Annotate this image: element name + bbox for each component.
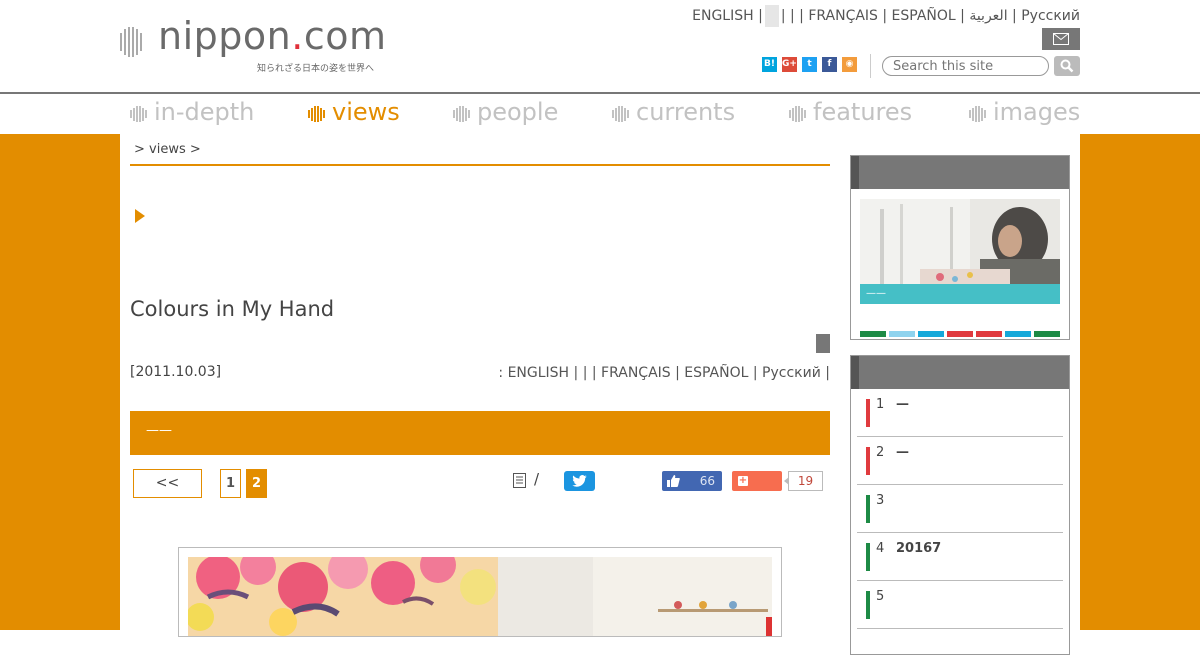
feature-box: —— <box>850 155 1070 340</box>
feature-box-header <box>851 156 1069 189</box>
search-icon <box>1060 59 1074 73</box>
page-link-1[interactable]: 1 <box>220 469 241 498</box>
rss-icon[interactable]: ◉ <box>842 57 857 72</box>
nav-tab-features[interactable]: features <box>789 98 912 127</box>
color-strip-segment <box>889 331 915 337</box>
ranking-number: 5 <box>876 589 885 604</box>
ranking-title[interactable]: 20167 <box>896 541 941 556</box>
ranking-box-header <box>851 356 1069 389</box>
nav-bars-icon <box>969 99 987 127</box>
nav-tab-views[interactable]: views <box>308 98 400 127</box>
tweet-button[interactable] <box>564 471 595 491</box>
print-icon[interactable] <box>513 473 526 488</box>
twitter-icon[interactable]: t <box>802 57 817 72</box>
color-strip-segment <box>918 331 944 337</box>
ranking-color-bar <box>866 543 870 571</box>
ranking-number: 4 <box>876 541 885 556</box>
nav-tab-label: people <box>477 98 559 126</box>
mail-icon <box>1053 33 1069 45</box>
feature-image[interactable]: —— <box>860 199 1060 304</box>
search-button[interactable] <box>1054 56 1080 76</box>
nav-bars-icon <box>789 99 807 127</box>
nav-bars-icon <box>130 99 148 127</box>
nav-bars-icon <box>612 99 630 127</box>
ranking-item[interactable]: 3 <box>857 485 1063 533</box>
color-strip-segment <box>976 331 1002 337</box>
nav-tab-in-depth[interactable]: in-depth <box>130 98 254 127</box>
ranking-color-bar <box>866 399 870 427</box>
ranking-item[interactable]: 5 <box>857 581 1063 629</box>
nav-tab-people[interactable]: people <box>453 98 558 127</box>
main-nav: in-depth views people currents features image… <box>0 92 1200 136</box>
mail-button[interactable] <box>1042 28 1080 50</box>
prev-page-button[interactable]: << <box>133 469 202 498</box>
breadcrumb-divider <box>130 164 830 166</box>
bookmark-count: 19 <box>784 471 823 491</box>
banner-text: —— <box>146 423 172 438</box>
nav-tab-currents[interactable]: currents <box>612 98 735 127</box>
feature-caption: —— <box>860 284 1060 304</box>
color-strip <box>860 322 1063 341</box>
main-content: > views > Colours in My Hand [2011.10.03… <box>120 134 1080 655</box>
hatena-bookmark-button[interactable]: + <box>732 471 782 491</box>
color-strip-segment <box>860 331 886 337</box>
site-logo[interactable]: nippon.com 知られざる日本の姿を世界へ <box>120 15 386 76</box>
play-icon[interactable] <box>135 209 145 223</box>
article-banner: —— <box>130 411 830 455</box>
page-title: Colours in My Hand <box>130 297 335 321</box>
nav-tab-label: currents <box>636 98 736 126</box>
ranking-number: 1 <box>876 397 885 412</box>
nav-tab-images[interactable]: images <box>969 98 1080 127</box>
ranking-box: 1—2—3 4 20167 5 <box>850 355 1070 655</box>
thumbs-up-icon <box>667 475 680 487</box>
logo-bars-icon <box>120 27 144 57</box>
google-plus-icon[interactable]: G+ <box>782 57 797 72</box>
nav-tab-label: in-depth <box>154 98 255 126</box>
twitter-icon <box>572 475 587 487</box>
ranking-number: 3 <box>876 493 885 508</box>
ranking-item[interactable]: 1— <box>857 389 1063 437</box>
nav-tab-label: images <box>993 98 1081 126</box>
ranking-color-bar <box>866 495 870 523</box>
logo-wordmark: nippon.com <box>158 14 387 58</box>
header-divider <box>870 54 871 78</box>
site-header: nippon.com 知られざる日本の姿を世界へ ENGLISH | | | | … <box>0 0 1200 92</box>
ranking-item[interactable]: 2— <box>857 437 1063 485</box>
language-highlight[interactable] <box>764 5 779 27</box>
plus-icon: + <box>738 475 748 486</box>
color-strip-segment <box>1005 331 1031 337</box>
article-language-links[interactable]: : ENGLISH | | | FRANÇAIS | ESPAÑOL | Рус… <box>498 365 830 381</box>
ranking-title[interactable]: — <box>896 445 909 460</box>
painting-photo <box>188 557 772 636</box>
nav-bars-icon <box>453 99 471 127</box>
search-input[interactable] <box>882 56 1049 76</box>
color-strip-segment <box>1034 331 1060 337</box>
article-image <box>178 547 782 637</box>
print-separator: / <box>534 470 540 488</box>
page-link-2-current[interactable]: 2 <box>246 469 267 498</box>
bookmark-icon[interactable] <box>816 334 830 353</box>
ranking-number: 2 <box>876 445 885 460</box>
ranking-title[interactable]: — <box>896 397 909 412</box>
like-count: 66 <box>699 474 715 488</box>
nav-tab-label: views <box>332 98 400 126</box>
ranking-color-bar <box>866 447 870 475</box>
breadcrumb[interactable]: > views > <box>134 142 201 157</box>
color-strip-segment <box>947 331 973 337</box>
language-switcher[interactable]: ENGLISH | | | | FRANÇAIS | ESPAÑOL | العر… <box>692 5 1080 27</box>
language-other-links[interactable]: | | | FRANÇAIS | ESPAÑOL | العربية | Рус… <box>781 8 1080 24</box>
social-icons: B! G+ t f ◉ <box>762 57 862 76</box>
hatena-icon[interactable]: B! <box>762 57 777 72</box>
ranking-item[interactable]: 4 20167 <box>857 533 1063 581</box>
article-date: [2011.10.03] <box>130 364 222 380</box>
nav-tab-label: features <box>813 98 913 126</box>
facebook-icon[interactable]: f <box>822 57 837 72</box>
nav-bars-icon <box>308 99 326 127</box>
facebook-like-button[interactable]: 66 <box>662 471 722 491</box>
ranking-color-bar <box>866 591 870 619</box>
language-english-link[interactable]: ENGLISH | <box>692 8 763 24</box>
logo-tagline: 知られざる日本の姿を世界へ <box>257 64 375 74</box>
